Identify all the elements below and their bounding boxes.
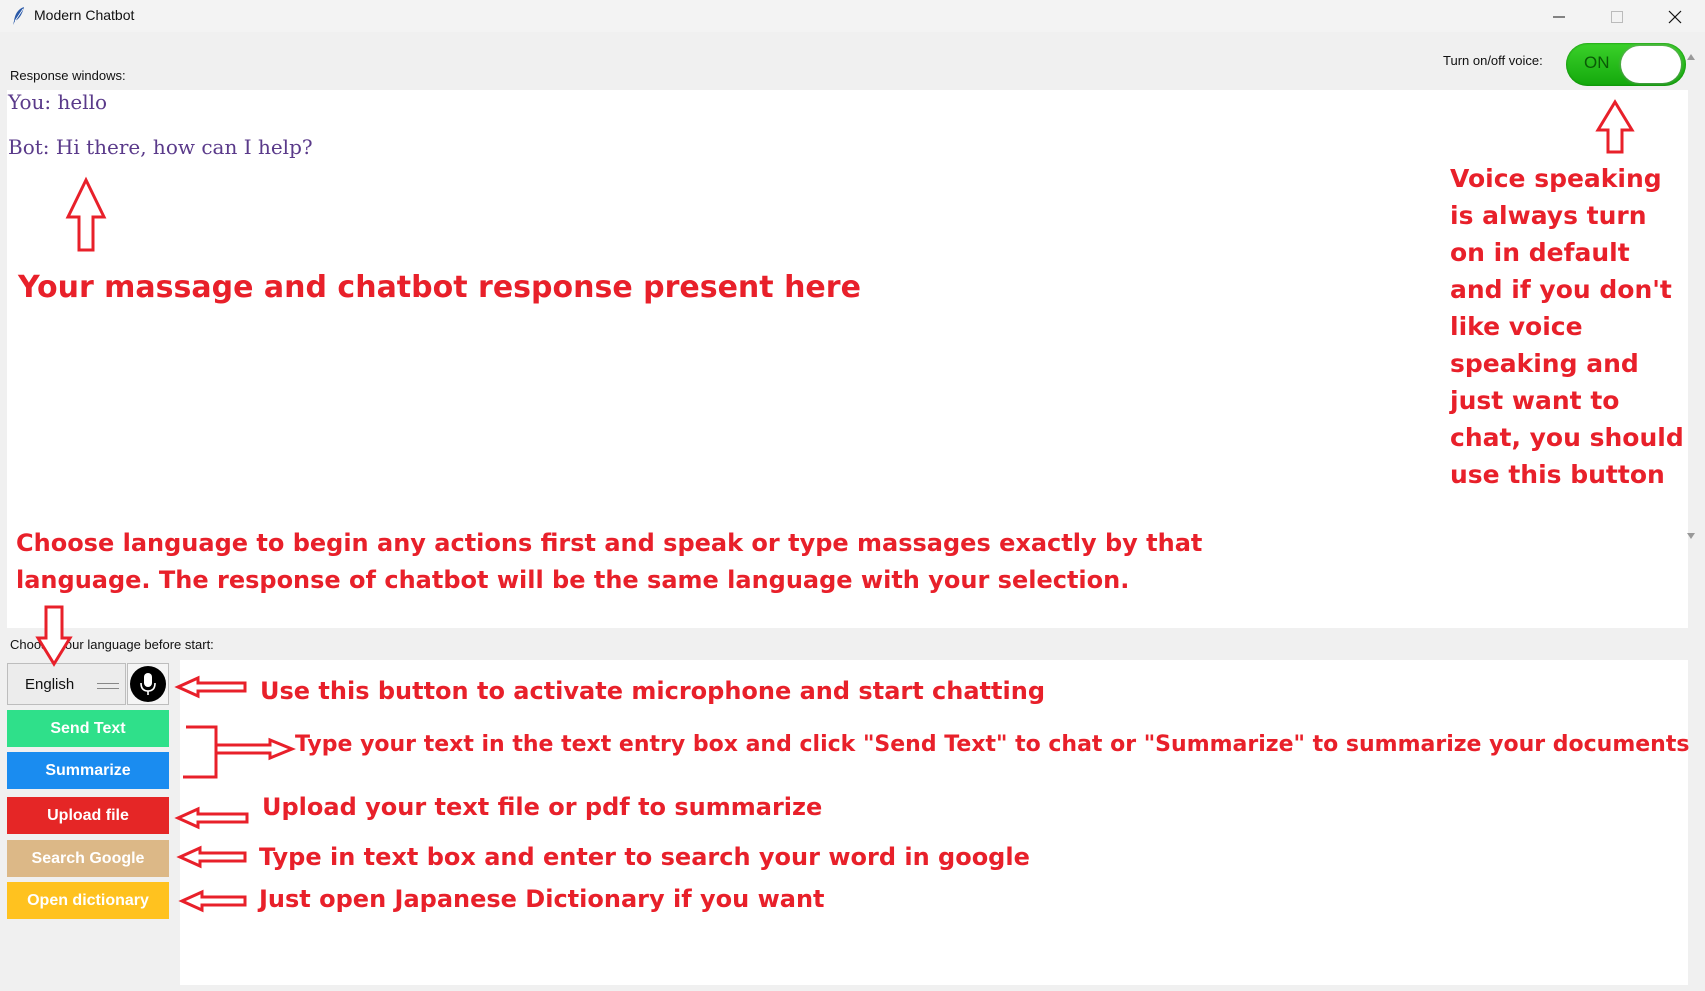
summarize-button[interactable]: Summarize: [7, 752, 169, 789]
microphone-icon: [130, 666, 166, 702]
annotation-response: Your massage and chatbot response presen…: [18, 270, 861, 305]
annotation-search: Type in text box and enter to search you…: [259, 843, 1030, 871]
voice-toggle-label: Turn on/off voice:: [1443, 53, 1543, 68]
annotation-language-2: language. The response of chatbot will b…: [16, 566, 1130, 594]
maximize-button[interactable]: [1588, 0, 1646, 32]
response-window-label: Response windows:: [10, 68, 126, 83]
text-entry-box[interactable]: [180, 660, 1688, 985]
annotation-language-1: Choose language to begin any actions fir…: [16, 529, 1203, 557]
minimize-button[interactable]: [1530, 0, 1588, 32]
scroll-down-icon[interactable]: [1686, 532, 1696, 540]
annotation-send-summarize: Type your text in the text entry box and…: [295, 732, 1690, 757]
language-selected-value: English: [25, 676, 75, 693]
voice-toggle[interactable]: ON: [1566, 43, 1686, 86]
combo-arrow-icon: [97, 683, 119, 689]
annotation-microphone: Use this button to activate microphone a…: [260, 677, 1045, 705]
send-text-button[interactable]: Send Text: [7, 710, 169, 747]
close-button[interactable]: [1646, 0, 1704, 32]
upload-file-button[interactable]: Upload file: [7, 797, 169, 834]
title-bar: Modern Chatbot: [0, 0, 1705, 32]
language-label: Choose your language before start:: [10, 637, 214, 652]
microphone-button[interactable]: [127, 663, 169, 705]
toggle-knob[interactable]: [1621, 46, 1681, 83]
feather-icon: [13, 7, 24, 25]
open-dictionary-button[interactable]: Open dictionary: [7, 882, 169, 919]
scroll-up-icon[interactable]: [1686, 53, 1696, 61]
minimize-icon: [1553, 16, 1565, 18]
close-icon: [1668, 10, 1682, 24]
window-title: Modern Chatbot: [34, 7, 135, 23]
annotation-dictionary: Just open Japanese Dictionary if you wan…: [259, 885, 825, 913]
maximize-icon: [1611, 11, 1623, 23]
chat-message-user: You: hello: [8, 90, 108, 114]
annotation-upload: Upload your text file or pdf to summariz…: [262, 793, 823, 821]
language-select[interactable]: English: [7, 663, 126, 705]
voice-toggle-state: ON: [1584, 53, 1610, 72]
chat-message-bot: Bot: Hi there, how can I help?: [8, 135, 313, 159]
annotation-voice: Voice speaking is always turn on in defa…: [1450, 164, 1684, 489]
search-google-button[interactable]: Search Google: [7, 840, 169, 877]
